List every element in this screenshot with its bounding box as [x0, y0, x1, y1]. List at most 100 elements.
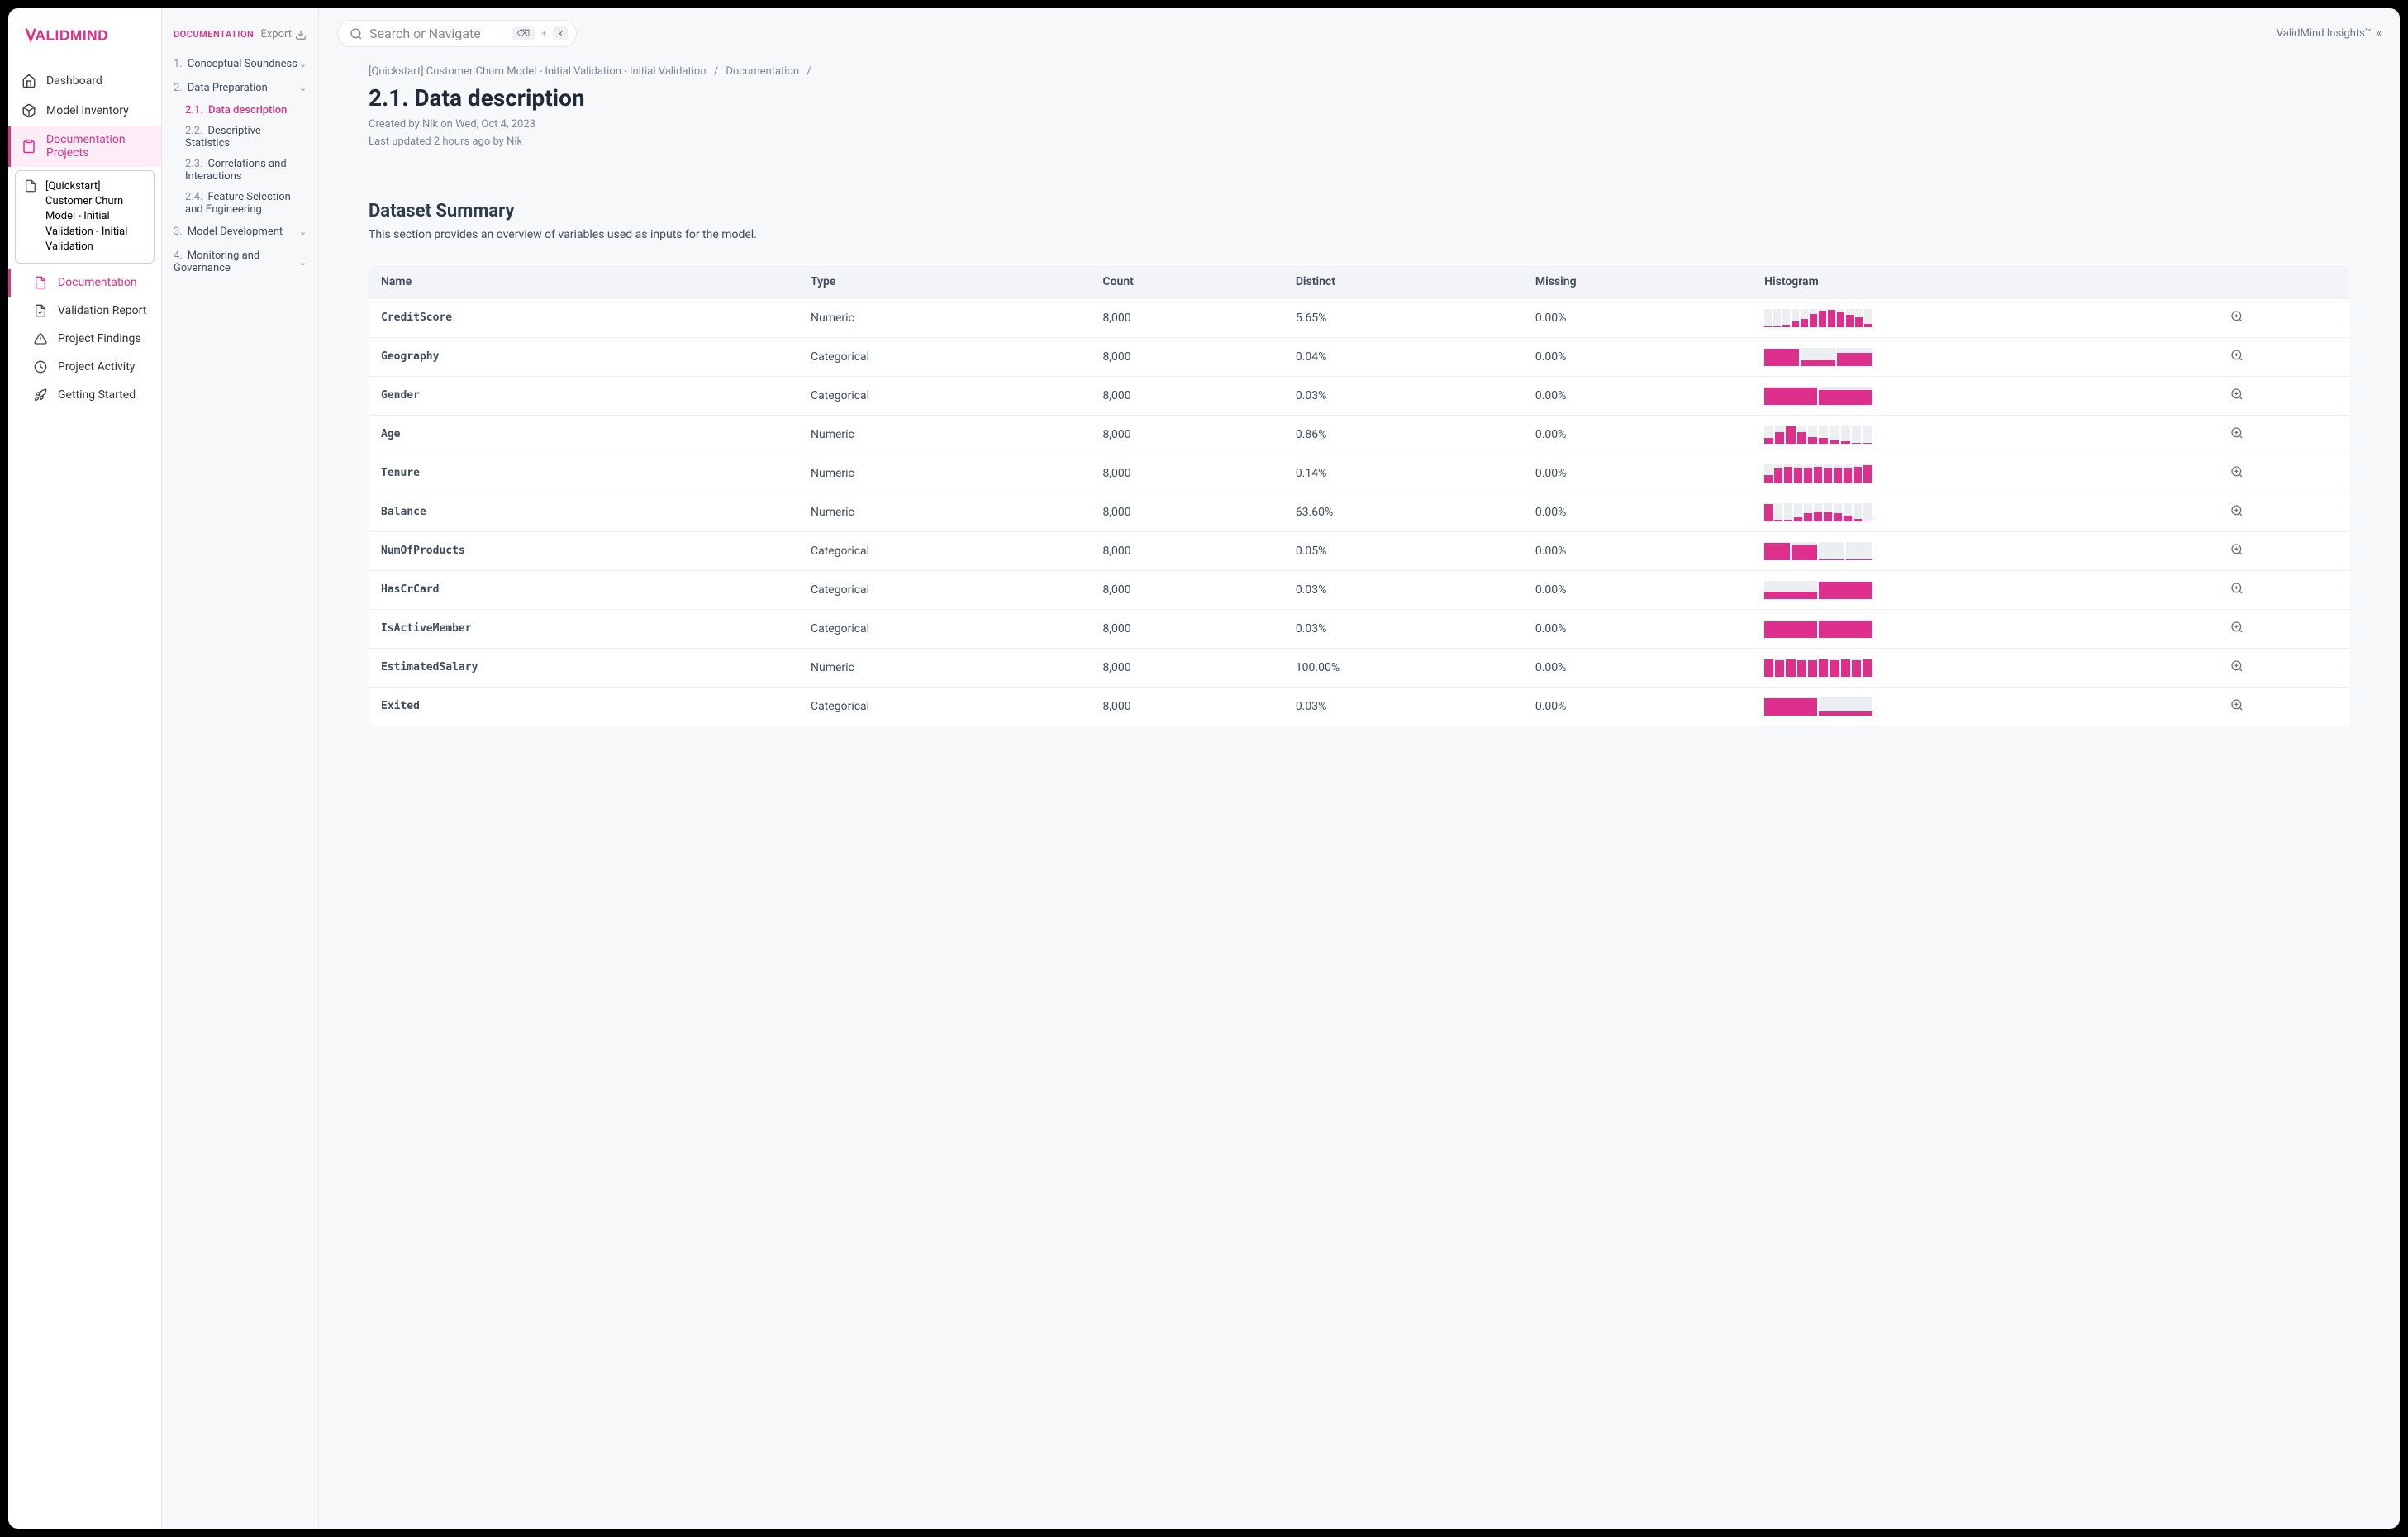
col-header: Count: [1091, 264, 1283, 298]
cell-count: 8,000: [1091, 531, 1283, 570]
zoom-in-icon[interactable]: [2230, 504, 2244, 517]
cell-count: 8,000: [1091, 454, 1283, 493]
cell-histogram: [1753, 337, 2219, 376]
chevron-down-icon: ⌄: [299, 257, 307, 268]
zoom-in-icon[interactable]: [2230, 349, 2244, 362]
export-button[interactable]: Export: [260, 28, 307, 40]
col-header: Histogram: [1753, 264, 2219, 298]
chevron-left-double-icon: «: [2377, 27, 2382, 40]
topbar: Search or Navigate ⌫ + k ValidMind Insig…: [319, 8, 2400, 59]
project-nav-project-findings[interactable]: Project Findings: [8, 325, 161, 353]
project-nav: DocumentationValidation ReportProject Fi…: [8, 269, 161, 409]
project-card-active[interactable]: [Quickstart] Customer Churn Model - Init…: [15, 170, 155, 264]
cell-distinct: 100.00%: [1284, 648, 1524, 687]
project-nav-getting-started[interactable]: Getting Started: [8, 381, 161, 409]
cell-distinct: 0.86%: [1284, 415, 1524, 454]
warn-icon: [33, 331, 48, 346]
table-row: TenureNumeric8,0000.14%0.00%: [369, 454, 2350, 493]
cube-icon: [21, 103, 36, 118]
cell-type: Categorical: [799, 337, 1091, 376]
brand-logo: VALIDMIND: [8, 21, 161, 66]
cell-histogram: [1753, 376, 2219, 415]
rocket-icon: [33, 388, 48, 402]
nav-documentation-projects[interactable]: Documentation Projects: [8, 126, 161, 167]
cell-histogram: [1753, 609, 2219, 648]
cell-missing: 0.00%: [1524, 493, 1753, 531]
chevron-down-icon: ⌄: [299, 59, 307, 69]
toc-header: DOCUMENTATION Export: [174, 28, 307, 40]
zoom-in-icon[interactable]: [2230, 582, 2244, 595]
cell-name: Tenure: [369, 454, 800, 493]
zoom-in-icon[interactable]: [2230, 621, 2244, 634]
zoom-in-icon[interactable]: [2230, 659, 2244, 673]
cell-name: EstimatedSalary: [369, 648, 800, 687]
table-row: GenderCategorical8,0000.03%0.00%: [369, 376, 2350, 415]
cell-histogram: [1753, 648, 2219, 687]
cell-count: 8,000: [1091, 376, 1283, 415]
toc-item[interactable]: 3.Model Development⌄: [174, 220, 307, 244]
cell-count: 8,000: [1091, 493, 1283, 531]
docs-icon: [21, 139, 36, 154]
home-icon: [21, 74, 36, 88]
toc-subitem[interactable]: 2.1.Data description: [185, 100, 307, 121]
toc-subitem[interactable]: 2.3.Correlations and Interactions: [185, 154, 307, 187]
breadcrumb: [Quickstart] Customer Churn Model - Init…: [369, 65, 2350, 78]
toc-item[interactable]: 4.Monitoring and Governance⌄: [174, 244, 307, 280]
nav-model-inventory[interactable]: Model Inventory: [8, 96, 161, 126]
cell-histogram: [1753, 531, 2219, 570]
toc-item[interactable]: 2.Data Preparation⌄: [174, 76, 307, 100]
cell-distinct: 63.60%: [1284, 493, 1524, 531]
cell-histogram: [1753, 570, 2219, 609]
toc: 1.Conceptual Soundness⌄2.Data Preparatio…: [174, 52, 307, 280]
zoom-in-icon[interactable]: [2230, 543, 2244, 556]
cell-missing: 0.00%: [1524, 376, 1753, 415]
cell-missing: 0.00%: [1524, 648, 1753, 687]
cell-count: 8,000: [1091, 687, 1283, 726]
col-header: Type: [799, 264, 1091, 298]
crumb-item[interactable]: Documentation: [726, 65, 799, 78]
cell-name: NumOfProducts: [369, 531, 800, 570]
project-nav-validation-report[interactable]: Validation Report: [8, 297, 161, 325]
table-row: HasCrCardCategorical8,0000.03%0.00%: [369, 570, 2350, 609]
cell-missing: 0.00%: [1524, 531, 1753, 570]
nav-dashboard[interactable]: Dashboard: [8, 66, 161, 96]
cell-type: Numeric: [799, 454, 1091, 493]
insights-button[interactable]: ValidMind Insights™ «: [2277, 27, 2382, 40]
cell-name: IsActiveMember: [369, 609, 800, 648]
cell-type: Categorical: [799, 609, 1091, 648]
cell-type: Numeric: [799, 648, 1091, 687]
cell-missing: 0.00%: [1524, 415, 1753, 454]
search-input[interactable]: Search or Navigate ⌫ + k: [337, 20, 577, 47]
zoom-in-icon[interactable]: [2230, 310, 2244, 323]
zoom-in-icon[interactable]: [2230, 465, 2244, 478]
cell-count: 8,000: [1091, 415, 1283, 454]
project-nav-documentation[interactable]: Documentation: [8, 269, 161, 297]
table-row: AgeNumeric8,0000.86%0.00%: [369, 415, 2350, 454]
cell-distinct: 0.14%: [1284, 454, 1524, 493]
col-header: Distinct: [1284, 264, 1524, 298]
zoom-in-icon[interactable]: [2230, 698, 2244, 711]
table-row: GeographyCategorical8,0000.04%0.00%: [369, 337, 2350, 376]
cell-type: Categorical: [799, 376, 1091, 415]
cell-name: Balance: [369, 493, 800, 531]
cell-name: CreditScore: [369, 298, 800, 337]
cell-type: Categorical: [799, 570, 1091, 609]
zoom-in-icon[interactable]: [2230, 388, 2244, 401]
col-header: Missing: [1524, 264, 1753, 298]
zoom-in-icon[interactable]: [2230, 426, 2244, 440]
cell-missing: 0.00%: [1524, 570, 1753, 609]
check-icon: [33, 303, 48, 318]
page-title: 2.1. Data description: [369, 84, 2350, 112]
cell-distinct: 0.03%: [1284, 376, 1524, 415]
cell-distinct: 0.05%: [1284, 531, 1524, 570]
page-created: Created by Nik on Wed, Oct 4, 2023: [369, 117, 2350, 134]
cell-count: 8,000: [1091, 570, 1283, 609]
toc-subitem[interactable]: 2.2.Descriptive Statistics: [185, 121, 307, 154]
toc-subitem[interactable]: 2.4.Feature Selection and Engineering: [185, 187, 307, 220]
toc-item[interactable]: 1.Conceptual Soundness⌄: [174, 52, 307, 76]
project-nav-project-activity[interactable]: Project Activity: [8, 353, 161, 381]
file-icon: [24, 179, 37, 196]
crumb-item[interactable]: [Quickstart] Customer Churn Model - Init…: [369, 65, 707, 78]
cell-histogram: [1753, 454, 2219, 493]
file-icon: [33, 275, 48, 290]
